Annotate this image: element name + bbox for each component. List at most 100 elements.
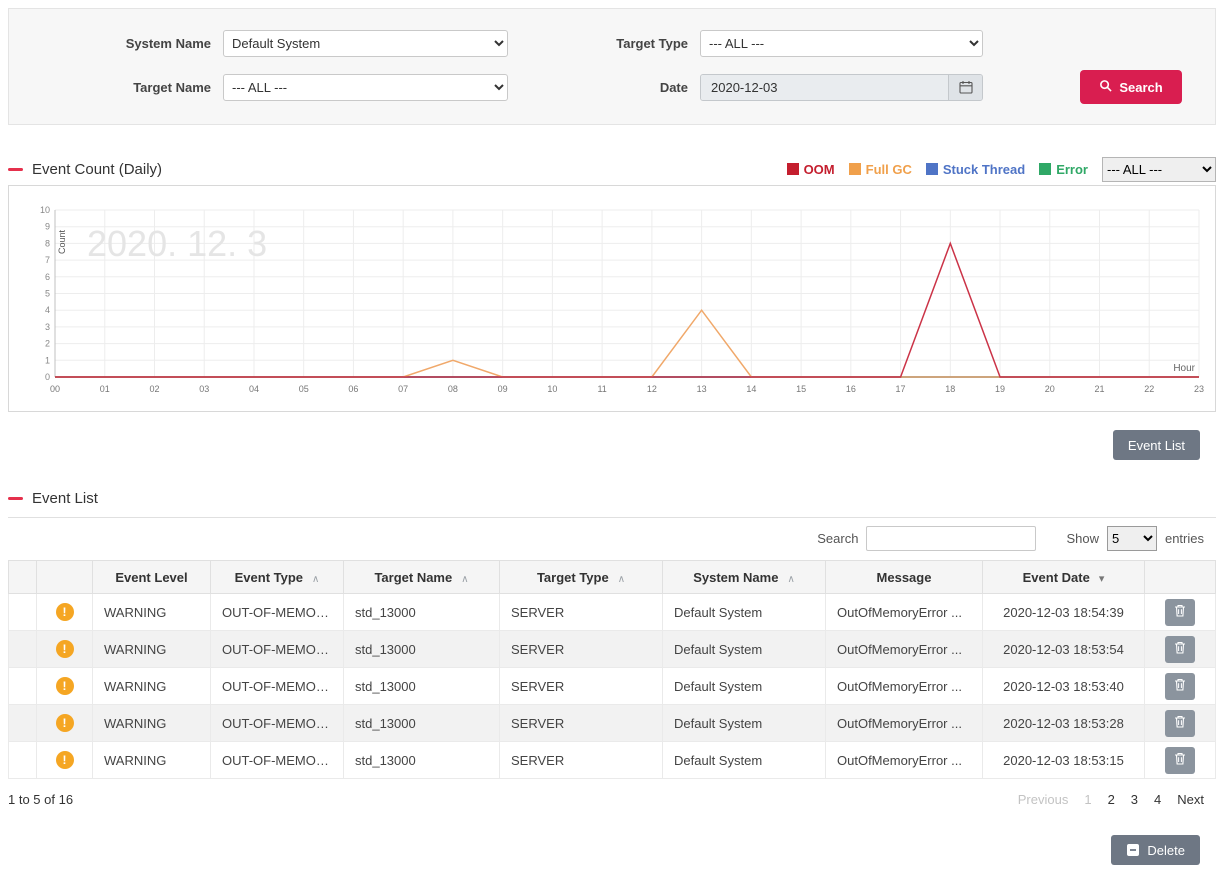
svg-text:18: 18 <box>945 384 955 394</box>
svg-text:3: 3 <box>45 322 50 332</box>
cell-event-level: WARNING <box>93 594 211 631</box>
cell-message: OutOfMemoryError ... <box>826 631 983 668</box>
trash-icon <box>1174 678 1186 694</box>
cell-target-type: SERVER <box>500 594 663 631</box>
column-header-event-date[interactable]: Event Date▾ <box>983 561 1145 594</box>
warning-icon: ! <box>56 603 74 621</box>
cell-event-type: OUT-OF-MEMORY <box>211 668 344 705</box>
row-cell-blank <box>9 705 37 742</box>
svg-text:00: 00 <box>50 384 60 394</box>
calendar-icon[interactable] <box>948 75 982 100</box>
svg-text:10: 10 <box>547 384 557 394</box>
section-separator <box>8 517 1216 518</box>
table-search-input[interactable] <box>866 526 1036 551</box>
event-list-section-title: Event List <box>32 490 98 507</box>
svg-text:13: 13 <box>697 384 707 394</box>
event-table-body: !WARNINGOUT-OF-MEMORYstd_13000SERVERDefa… <box>9 594 1216 779</box>
page-link-4[interactable]: 4 <box>1154 792 1161 807</box>
column-header-event-level[interactable]: Event Level <box>93 561 211 594</box>
cell-target-name: std_13000 <box>344 631 500 668</box>
chart-filter-select[interactable]: --- ALL --- <box>1102 157 1216 182</box>
target-type-select[interactable]: --- ALL --- <box>700 30 983 57</box>
cell-target-type: SERVER <box>500 631 663 668</box>
row-delete-button[interactable] <box>1165 747 1195 774</box>
page-link-next[interactable]: Next <box>1177 792 1204 807</box>
table-row: !WARNINGOUT-OF-MEMORYstd_13000SERVERDefa… <box>9 742 1216 779</box>
legend-swatch-icon <box>926 163 938 175</box>
legend-label: OOM <box>804 162 835 177</box>
warning-icon: ! <box>56 677 74 695</box>
page-link-previous[interactable]: Previous <box>1018 792 1069 807</box>
page-size-select[interactable]: 5 <box>1107 526 1157 551</box>
cell-event-level: WARNING <box>93 705 211 742</box>
row-delete-button[interactable] <box>1165 636 1195 663</box>
table-footer: 1 to 5 of 16 Previous1234Next <box>8 792 1216 807</box>
system-name-select[interactable]: Default System <box>223 30 508 57</box>
row-cell-blank <box>9 631 37 668</box>
cell-event-type: OUT-OF-MEMORY <box>211 742 344 779</box>
svg-text:5: 5 <box>45 289 50 299</box>
trash-icon <box>1174 604 1186 620</box>
svg-text:4: 4 <box>45 305 50 315</box>
delete-button-label: Delete <box>1147 843 1185 858</box>
target-name-select[interactable]: --- ALL --- <box>223 74 508 101</box>
search-button[interactable]: Search <box>1080 70 1182 104</box>
cell-event-date: 2020-12-03 18:53:54 <box>983 631 1145 668</box>
page-link-3[interactable]: 3 <box>1131 792 1138 807</box>
legend-label: Error <box>1056 162 1088 177</box>
svg-text:2020. 12. 3: 2020. 12. 3 <box>87 223 267 264</box>
column-header-message[interactable]: Message <box>826 561 983 594</box>
svg-text:08: 08 <box>448 384 458 394</box>
table-controls: Search Show 5 entries <box>8 526 1216 551</box>
date-input[interactable] <box>701 75 948 100</box>
cell-system-name: Default System <box>663 594 826 631</box>
column-header-label: Target Name <box>374 570 452 585</box>
svg-text:8: 8 <box>45 238 50 248</box>
event-list-button[interactable]: Event List <box>1113 430 1200 460</box>
cell-target-type: SERVER <box>500 742 663 779</box>
svg-text:6: 6 <box>45 272 50 282</box>
warning-icon: ! <box>56 640 74 658</box>
column-header-label: Message <box>877 570 932 585</box>
cell-event-level: WARNING <box>93 742 211 779</box>
table-row: !WARNINGOUT-OF-MEMORYstd_13000SERVERDefa… <box>9 705 1216 742</box>
column-header-target-type[interactable]: Target Type∧ <box>500 561 663 594</box>
sort-asc-icon: ∧ <box>461 574 468 585</box>
legend-item: Stuck Thread <box>926 162 1025 177</box>
cell-target-name: std_13000 <box>344 705 500 742</box>
legend-swatch-icon <box>849 163 861 175</box>
column-header-label: System Name <box>693 570 778 585</box>
column-header-event-type[interactable]: Event Type∧ <box>211 561 344 594</box>
pagination: Previous 1 2 3 4 Next <box>1018 792 1216 807</box>
filter-row-1: System Name Default System Target Type -… <box>9 30 1215 57</box>
page-link-1[interactable]: 1 <box>1084 792 1091 807</box>
table-row: !WARNINGOUT-OF-MEMORYstd_13000SERVERDefa… <box>9 594 1216 631</box>
delete-button[interactable]: Delete <box>1111 835 1200 865</box>
cell-target-type: SERVER <box>500 668 663 705</box>
svg-text:09: 09 <box>498 384 508 394</box>
column-header-system-name[interactable]: System Name∧ <box>663 561 826 594</box>
cell-event-date: 2020-12-03 18:53:28 <box>983 705 1145 742</box>
header-cell-blank <box>9 561 37 594</box>
row-delete-button[interactable] <box>1165 710 1195 737</box>
event-table: Event LevelEvent Type∧Target Name∧Target… <box>8 560 1216 779</box>
cell-event-type: OUT-OF-MEMORY <box>211 631 344 668</box>
cell-event-type: OUT-OF-MEMORY <box>211 594 344 631</box>
chart-section-head: Event Count (Daily) OOMFull GCStuck Thre… <box>8 156 1216 182</box>
cell-target-name: std_13000 <box>344 668 500 705</box>
row-delete-button[interactable] <box>1165 599 1195 626</box>
sort-desc-icon: ▾ <box>1099 573 1105 585</box>
page-link-2[interactable]: 2 <box>1108 792 1115 807</box>
svg-text:7: 7 <box>45 255 50 265</box>
date-field-group <box>700 74 983 101</box>
row-delete-button[interactable] <box>1165 673 1195 700</box>
chart-legend: OOM Full GC Stuck Thread Error <box>787 162 1088 177</box>
column-header-target-name[interactable]: Target Name ∧ <box>344 561 500 594</box>
legend-label: Full GC <box>866 162 912 177</box>
sort-asc-icon: ∧ <box>312 574 319 585</box>
search-icon <box>1099 79 1112 95</box>
svg-text:16: 16 <box>846 384 856 394</box>
svg-text:01: 01 <box>100 384 110 394</box>
cell-event-date: 2020-12-03 18:54:39 <box>983 594 1145 631</box>
cell-event-level: WARNING <box>93 668 211 705</box>
